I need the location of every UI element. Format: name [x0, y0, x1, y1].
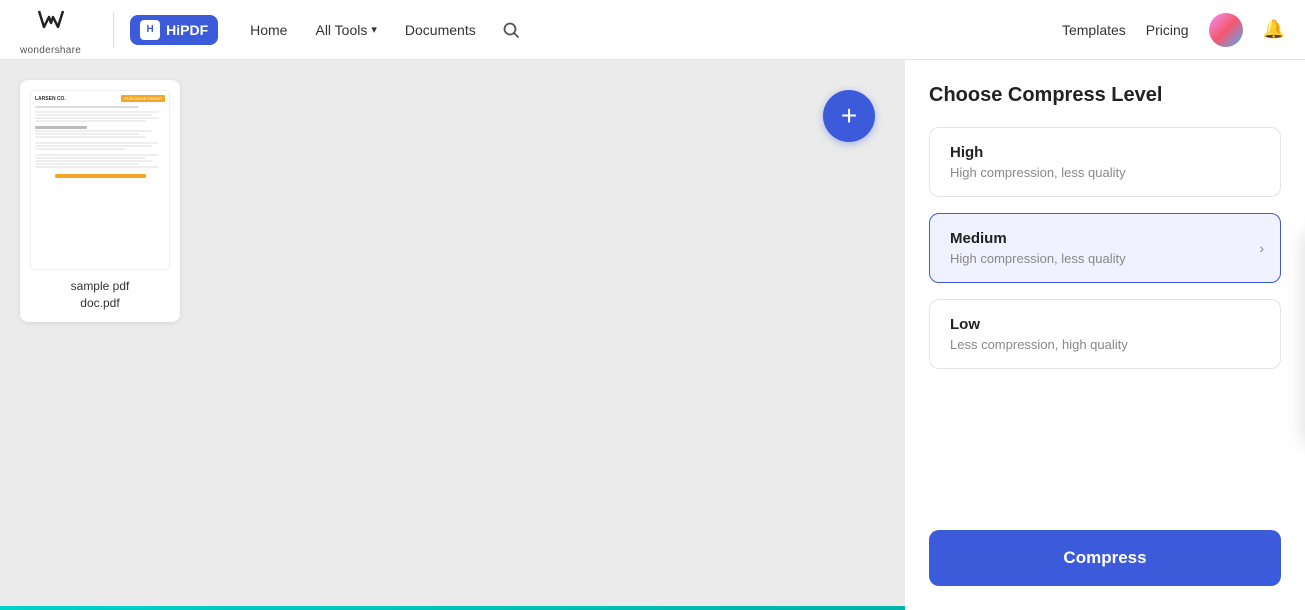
main-nav: Home All Tools ▾ Documents	[238, 15, 530, 45]
notification-bell-icon[interactable]: 🔔	[1263, 19, 1285, 40]
main-layout: LARSEN CO. PURCHASE ORDER	[0, 60, 1305, 610]
pdf-thumb-inner: LARSEN CO. PURCHASE ORDER	[31, 91, 169, 269]
compress-low-desc: Less compression, high quality	[950, 337, 1260, 352]
wondershare-logo: wondershare	[20, 3, 81, 56]
header-right: Templates Pricing 🔔	[1062, 13, 1285, 47]
right-panel: Choose Compress Level High High compress…	[905, 60, 1305, 610]
compress-low-label: Low	[950, 316, 1260, 333]
compress-medium-label: Medium	[950, 230, 1260, 247]
ws-logo-icon	[33, 3, 69, 45]
nav-templates[interactable]: Templates	[1062, 22, 1126, 38]
hipdf-label: HiPDF	[166, 22, 208, 38]
compress-level-low[interactable]: Low Less compression, high quality	[929, 299, 1281, 369]
add-file-button[interactable]: +	[823, 90, 875, 142]
nav-pricing[interactable]: Pricing	[1146, 22, 1189, 38]
plus-icon: +	[841, 100, 857, 132]
chevron-down-icon: ▾	[371, 23, 377, 36]
ws-logo-text: wondershare	[20, 45, 81, 56]
compress-button[interactable]: Compress	[929, 530, 1281, 586]
bottom-progress-bar	[0, 606, 905, 610]
logo-area: wondershare	[20, 3, 81, 56]
pdf-file-card[interactable]: LARSEN CO. PURCHASE ORDER	[20, 80, 180, 322]
user-avatar[interactable]	[1209, 13, 1243, 47]
nav-home[interactable]: Home	[238, 16, 299, 44]
search-button[interactable]	[492, 15, 530, 45]
thumb-company-text: LARSEN CO.	[35, 96, 66, 102]
panel-title: Choose Compress Level	[929, 84, 1281, 107]
compress-medium-arrow: ›	[1259, 240, 1264, 256]
pdf-filename: sample pdf doc.pdf	[71, 278, 130, 312]
compress-level-high[interactable]: High High compression, less quality	[929, 127, 1281, 197]
compress-high-label: High	[950, 144, 1260, 161]
ws-icon-svg	[33, 3, 69, 39]
nav-all-tools[interactable]: All Tools ▾	[303, 16, 388, 44]
hipdf-badge[interactable]: H HiPDF	[130, 15, 218, 45]
compress-high-desc: High compression, less quality	[950, 165, 1260, 180]
header-divider	[113, 12, 114, 48]
left-panel: LARSEN CO. PURCHASE ORDER	[0, 60, 905, 610]
search-icon	[502, 21, 520, 39]
compress-medium-desc: High compression, less quality	[950, 251, 1260, 266]
pdf-thumbnail: LARSEN CO. PURCHASE ORDER	[30, 90, 170, 270]
nav-documents[interactable]: Documents	[393, 16, 488, 44]
compress-level-medium[interactable]: Medium High compression, less quality ›	[929, 213, 1281, 283]
header: wondershare H HiPDF Home All Tools ▾ Doc…	[0, 0, 1305, 60]
thumb-badge: PURCHASE ORDER	[121, 95, 165, 102]
hipdf-badge-icon: H	[140, 20, 160, 40]
